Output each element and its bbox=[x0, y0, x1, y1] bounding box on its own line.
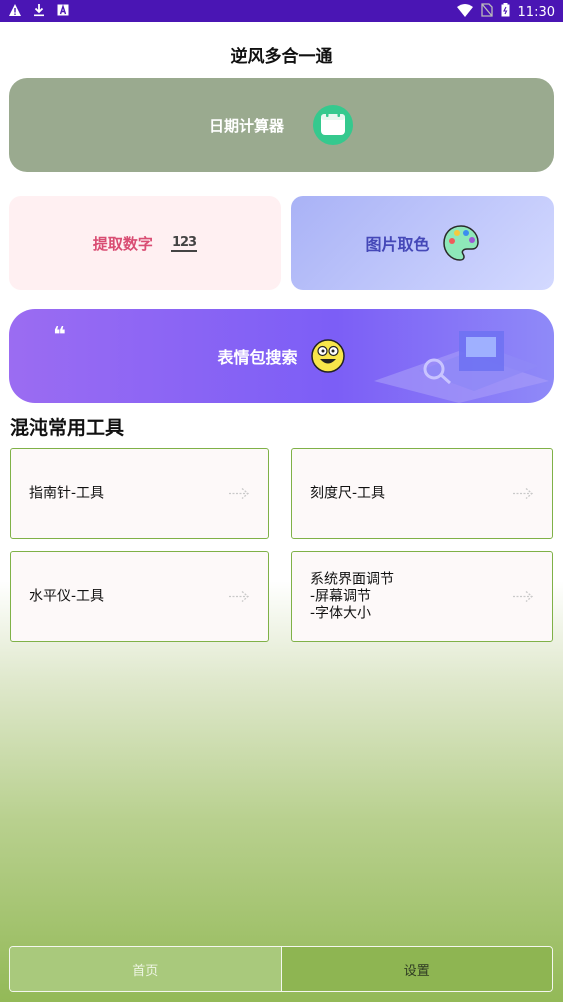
color-pick-card[interactable]: 图片取色 bbox=[291, 196, 554, 290]
page-title: 逆风多合一通 bbox=[230, 47, 333, 67]
ruler-tool-button[interactable]: 刻度尺-工具 bbox=[291, 448, 553, 539]
compass-tool-label: 指南针-工具 bbox=[29, 485, 105, 501]
system-ui-adjust-button[interactable]: 系统界面调节 -屏幕调节 -字体大小 bbox=[291, 551, 553, 642]
color-pick-label: 图片取色 bbox=[365, 235, 430, 254]
compass-tool-button[interactable]: 指南针-工具 bbox=[10, 448, 269, 539]
wifi-icon bbox=[456, 3, 473, 21]
isometric-decoration bbox=[374, 331, 549, 403]
extract-number-label: 提取数字 bbox=[92, 234, 153, 253]
arrow-right-icon bbox=[512, 484, 534, 503]
system-ui-adjust-label: 系统界面调节 -屏幕调节 -字体大小 bbox=[310, 571, 394, 621]
level-tool-button[interactable]: 水平仪-工具 bbox=[10, 551, 269, 642]
emoji-search-label: 表情包搜索 bbox=[217, 348, 298, 367]
numbers-123-icon: 123 bbox=[170, 234, 197, 252]
extract-number-card[interactable]: 提取数字 123 bbox=[9, 196, 281, 290]
bottom-nav: 首页 设置 bbox=[9, 946, 553, 992]
palette-icon bbox=[442, 224, 480, 262]
arrow-right-icon bbox=[512, 587, 534, 606]
no-sim-icon bbox=[480, 3, 493, 21]
status-time: 11:30 bbox=[517, 4, 555, 20]
date-calculator-label: 日期计算器 bbox=[208, 116, 284, 135]
ruler-tool-label: 刻度尺-工具 bbox=[310, 485, 386, 501]
date-calculator-card[interactable]: 日期计算器 bbox=[9, 78, 554, 172]
level-tool-label: 水平仪-工具 bbox=[29, 588, 105, 604]
download-icon bbox=[32, 3, 46, 17]
nav-home-tab[interactable]: 首页 bbox=[10, 947, 282, 991]
status-bar: 11:30 bbox=[0, 0, 563, 22]
arrow-right-icon bbox=[228, 484, 250, 503]
smiley-face-icon bbox=[310, 338, 346, 374]
calendar-icon bbox=[312, 104, 354, 146]
nav-settings-tab[interactable]: 设置 bbox=[281, 947, 552, 991]
arrow-right-icon bbox=[228, 587, 250, 606]
battery-icon bbox=[501, 3, 510, 21]
quote-icon: ❝ bbox=[53, 323, 66, 348]
warning-icon bbox=[8, 3, 22, 17]
app-notification-icon bbox=[56, 3, 70, 17]
section-title: 混沌常用工具 bbox=[10, 417, 125, 439]
emoji-search-card[interactable]: ❝ 表情包搜索 bbox=[9, 309, 554, 403]
